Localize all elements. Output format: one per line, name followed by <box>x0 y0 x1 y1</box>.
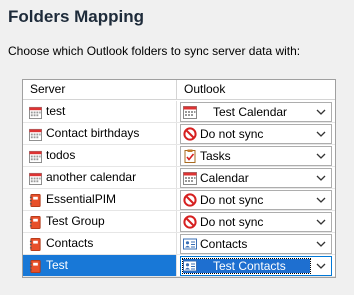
table-row[interactable]: Contact birthdays Do not sync <box>23 123 335 145</box>
server-folder-cell[interactable]: test <box>23 101 177 122</box>
server-folder-label: Contact birthdays <box>46 126 140 140</box>
no-sync-icon <box>183 193 197 207</box>
outlook-folder-dropdown[interactable]: Do not sync <box>180 124 332 144</box>
server-folder-label: test <box>46 104 66 118</box>
table-row[interactable]: Test Group Do not sync <box>23 211 335 233</box>
server-folder-label: Test <box>46 258 69 272</box>
folder-mapping-grid: Server Outlook test Test Calendar Contact … <box>22 79 336 278</box>
table-row[interactable]: test Test Calendar <box>23 101 335 123</box>
chevron-down-icon[interactable] <box>315 193 327 207</box>
address-book-icon <box>29 259 42 273</box>
address-book-icon <box>29 215 42 229</box>
outlook-folder-dropdown[interactable]: Do not sync <box>180 212 332 232</box>
table-row[interactable]: todos Tasks <box>23 145 335 167</box>
instruction-text: Choose which Outlook folders to sync ser… <box>8 44 301 58</box>
address-book-icon <box>29 193 42 207</box>
chevron-down-icon[interactable] <box>315 215 327 229</box>
contact-card-icon <box>183 237 197 251</box>
outlook-folder-value: Test Calendar <box>213 105 288 119</box>
outlook-folder-dropdown[interactable]: Calendar <box>180 168 332 188</box>
chevron-down-icon[interactable] <box>315 127 327 141</box>
outlook-folder-value: Calendar <box>200 171 249 185</box>
server-folder-cell[interactable]: Test <box>23 255 177 276</box>
chevron-down-icon[interactable] <box>315 149 327 163</box>
server-folder-cell[interactable]: todos <box>23 145 177 166</box>
server-folder-cell[interactable]: Contacts <box>23 233 177 254</box>
chevron-down-icon[interactable] <box>315 171 327 185</box>
table-row[interactable]: EssentialPIM Do not sync <box>23 189 335 211</box>
calendar-icon <box>29 105 42 119</box>
column-header-server[interactable]: Server <box>23 80 177 100</box>
outlook-folder-value: Tasks <box>200 149 231 163</box>
server-folder-label: another calendar <box>46 170 137 184</box>
outlook-folder-dropdown[interactable]: Test Calendar <box>180 102 332 122</box>
calendar-icon <box>29 171 42 185</box>
server-folder-cell[interactable]: EssentialPIM <box>23 189 177 210</box>
grid-header: Server Outlook <box>23 80 335 100</box>
server-folder-cell[interactable]: Contact birthdays <box>23 123 177 144</box>
outlook-folder-value: Test Contacts <box>213 259 286 273</box>
server-folder-label: Contacts <box>46 236 94 250</box>
outlook-folder-dropdown[interactable]: Do not sync <box>180 190 332 210</box>
server-folder-cell[interactable]: another calendar <box>23 167 177 188</box>
outlook-folder-dropdown[interactable]: Contacts <box>180 234 332 254</box>
tasks-icon <box>183 149 197 163</box>
table-row[interactable]: Test Test Contacts <box>23 255 335 277</box>
no-sync-icon <box>183 127 197 141</box>
outlook-folder-value: Do not sync <box>200 193 264 207</box>
page-title: Folders Mapping <box>8 7 144 26</box>
address-book-icon <box>29 237 42 251</box>
server-folder-label: EssentialPIM <box>46 192 117 206</box>
chevron-down-icon[interactable] <box>315 105 327 119</box>
outlook-folder-dropdown[interactable]: Test Contacts <box>180 256 332 276</box>
outlook-folder-value: Do not sync <box>200 127 264 141</box>
calendar-icon <box>183 105 197 119</box>
outlook-folder-value: Do not sync <box>200 215 264 229</box>
chevron-down-icon[interactable] <box>315 259 327 273</box>
no-sync-icon <box>183 215 197 229</box>
chevron-down-icon[interactable] <box>315 237 327 251</box>
server-folder-cell[interactable]: Test Group <box>23 211 177 232</box>
server-folder-label: Test Group <box>46 214 105 228</box>
table-row[interactable]: another calendar Calendar <box>23 167 335 189</box>
calendar-icon <box>29 127 42 141</box>
calendar-icon <box>29 149 42 163</box>
column-header-outlook[interactable]: Outlook <box>177 80 335 100</box>
outlook-folder-dropdown[interactable]: Tasks <box>180 146 332 166</box>
server-folder-label: todos <box>46 148 76 162</box>
contact-card-icon <box>183 259 197 273</box>
outlook-folder-value: Contacts <box>200 237 248 251</box>
table-row[interactable]: Contacts Contacts <box>23 233 335 255</box>
calendar-icon <box>183 171 197 185</box>
